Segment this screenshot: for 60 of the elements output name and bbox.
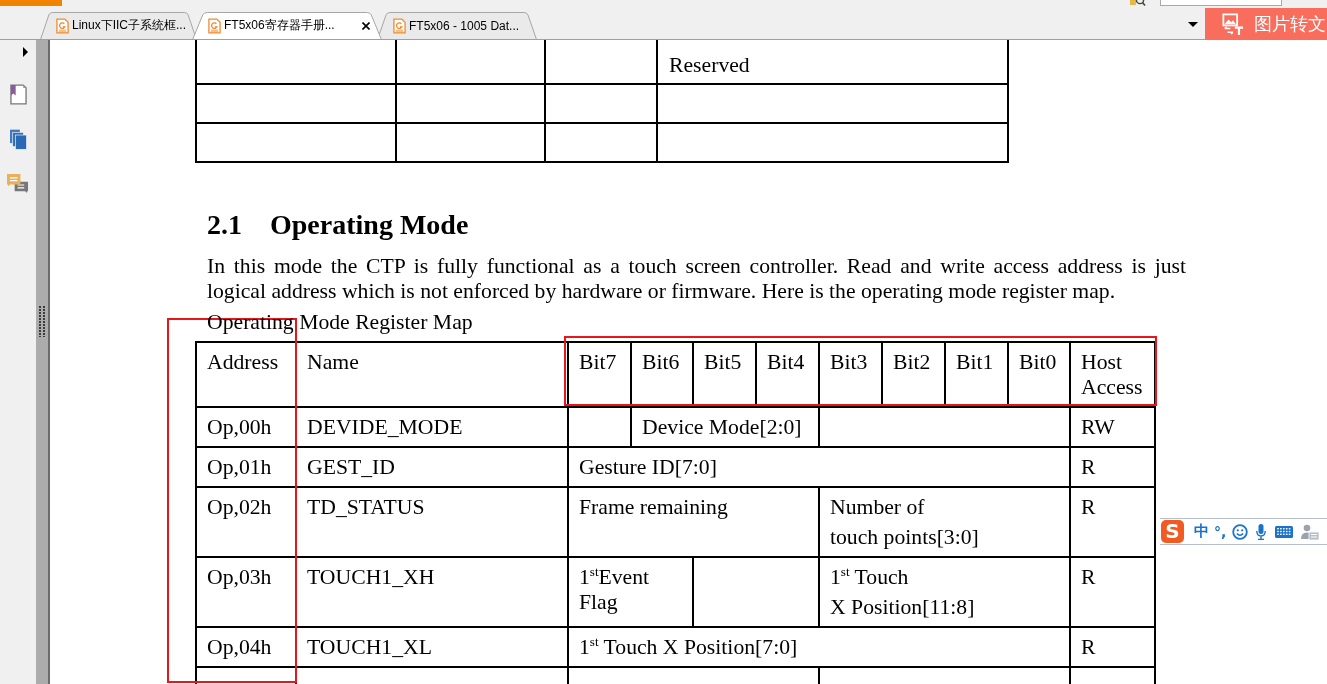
user-icon[interactable] xyxy=(1301,523,1320,540)
table-cell: R xyxy=(1070,627,1155,667)
body-text: In this mode the CTP is fully functional as a touch screen controller. Read and write access address is just logical address which is not enforced by hardware or firmware. Here is the operating mode register map. xyxy=(207,254,1186,304)
table-cell: Frame remaining xyxy=(568,487,819,557)
column-header: Bit4 xyxy=(756,342,819,407)
table-cell: R xyxy=(1070,447,1155,487)
caret-icon[interactable] xyxy=(1188,22,1198,27)
image-convert-icon xyxy=(1222,13,1244,35)
punctuation-toggle[interactable]: °, xyxy=(1214,523,1227,540)
table-cell: Op,04h xyxy=(196,627,296,667)
column-header: Host Access xyxy=(1070,342,1155,407)
table-cell: Device Mode[2:0] xyxy=(631,407,819,447)
column-header: Bit1 xyxy=(945,342,1008,407)
section-number: 2.1 xyxy=(207,209,243,241)
tab[interactable]: FT5x06寄存器手册... xyxy=(192,12,382,39)
table-cell: R xyxy=(1070,557,1155,627)
table-cell: 1$^{st}$Event Flag xyxy=(568,557,693,627)
document-icon xyxy=(208,17,221,34)
microphone-icon[interactable] xyxy=(1256,523,1267,540)
convert-button[interactable]: 图片转文 xyxy=(1205,8,1327,40)
column-header: Bit0 xyxy=(1008,342,1070,407)
column-header: Bit2 xyxy=(882,342,945,407)
table-cell: DEVIDE_MODE xyxy=(296,407,568,447)
bookmark-icon[interactable] xyxy=(9,84,27,105)
table-cell: Reserved xyxy=(657,40,1008,84)
table-cell: Op,02h xyxy=(196,487,296,557)
table-cell: TD_STATUS xyxy=(296,487,568,557)
column-header: Bit5 xyxy=(693,342,756,407)
search-icon[interactable] xyxy=(1130,0,1146,6)
table-cell: TOUCH1_XH xyxy=(296,557,568,627)
column-header: Address xyxy=(196,342,296,407)
table-cell: Op,01h xyxy=(196,447,296,487)
splitter-handle[interactable] xyxy=(36,40,50,684)
document-icon xyxy=(56,17,69,34)
section-title: Operating Mode xyxy=(270,209,469,241)
keyboard-icon[interactable] xyxy=(1275,525,1294,538)
pages-icon[interactable] xyxy=(9,129,27,150)
grip-icon xyxy=(39,306,45,337)
column-header: Bit3 xyxy=(819,342,882,407)
ime-logo[interactable]: S xyxy=(1161,520,1184,543)
table-cell: Op,03h xyxy=(196,557,296,627)
table-cell: 1$^{st}$ Touch X Position[11:8] xyxy=(819,557,1070,627)
table-cell: GEST_ID xyxy=(296,447,568,487)
column-header: Name xyxy=(296,342,568,407)
table-cell: R xyxy=(1070,487,1155,557)
document-icon xyxy=(393,17,406,34)
comments-icon[interactable] xyxy=(7,174,29,195)
caret-icon[interactable] xyxy=(22,47,28,57)
emoji-icon[interactable] xyxy=(1232,523,1249,540)
table-cell: Op,00h xyxy=(196,407,296,447)
close-icon[interactable] xyxy=(362,21,370,30)
table-cell: TOUCH1_XL xyxy=(296,627,568,667)
search-field[interactable] xyxy=(1160,0,1282,6)
column-header: Bit7 xyxy=(568,342,631,407)
table-cell: RW xyxy=(1070,407,1155,447)
column-header: Bit6 xyxy=(631,342,693,407)
table-cell: 1$^{st}$ Touch X Position[7:0] xyxy=(568,627,1070,667)
input-mode-toggle[interactable]: 中 xyxy=(1194,522,1209,541)
table-cell: Number of touch points[3:0] xyxy=(819,487,1070,557)
table-cell: Gesture ID[7:0] xyxy=(568,447,1070,487)
